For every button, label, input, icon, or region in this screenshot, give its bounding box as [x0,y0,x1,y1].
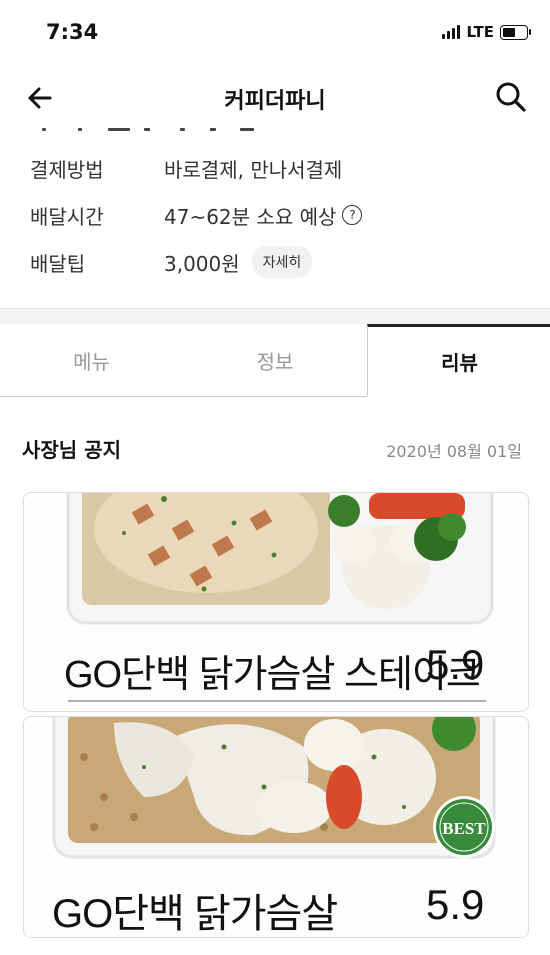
delivery-tip-value-wrap: 3,000원 자세히 [164,246,313,278]
battery-fill [503,27,515,37]
store-title: 커피더파니 [224,89,326,114]
search-icon[interactable] [494,80,528,114]
delivery-tip-label: 배달팁 [30,251,86,276]
tab-review[interactable]: 리뷰 [367,324,550,396]
tab-menu[interactable]: 메뉴 [0,324,183,397]
product-name: GO단백 닭가슴살 스테이크 [64,654,481,696]
delivery-time-label: 배달시간 [30,204,104,229]
notice-image-card[interactable]: GO단백 닭가슴살 스테이크 5.9 [23,492,529,712]
product-name: GO단백 닭가슴살 [52,892,338,936]
product-price: 5.9 [426,641,485,688]
delivery-time-value-wrap: 47~62분 소요 예상 ? [164,201,363,230]
scrolled-row-remnant [30,122,270,132]
product-price: 5.9 [426,881,485,928]
battery-icon [500,24,531,40]
status-time: 7:34 [46,20,99,44]
payment-label: 결제방법 [30,157,104,182]
detail-button[interactable]: 자세히 [251,246,313,278]
status-bar: 7:34 LTE [0,0,550,66]
status-right: LTE [442,23,531,41]
help-icon[interactable]: ? [342,205,363,225]
delivery-time-value: 47~62분 소요 예상 [164,204,337,229]
app-header: 커피더파니 [0,66,550,128]
payment-value: 바로결제, 만나서결제 [164,157,343,182]
best-badge-label: BEST [442,819,486,838]
tab-info[interactable]: 정보 [183,324,367,397]
network-label: LTE [466,23,494,41]
delivery-tip-value: 3,000원 [164,251,240,276]
tab-bar: 메뉴 정보 리뷰 [0,324,550,398]
signal-icon [442,25,461,39]
notice-date: 2020년 08월 01일 [386,442,522,461]
notice-image-card[interactable]: BEST GO단백 닭가슴살 5.9 [23,716,529,938]
notice-title: 사장님 공지 [22,438,121,462]
section-divider [0,308,550,325]
